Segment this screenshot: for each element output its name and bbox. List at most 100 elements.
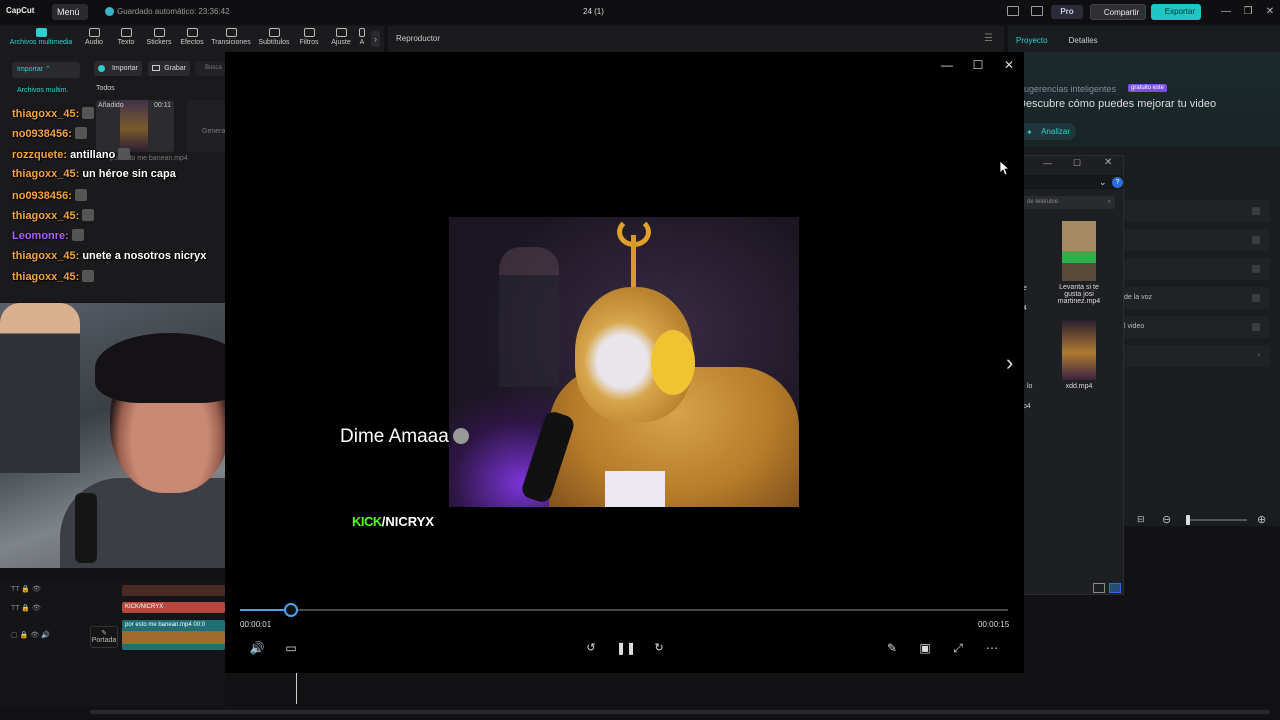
player-maximize-icon[interactable]: ☐	[969, 56, 987, 74]
list-view-icon[interactable]	[1093, 583, 1105, 593]
seek-bar[interactable]	[240, 609, 1008, 611]
zoom-slider[interactable]	[1187, 519, 1247, 521]
import-dropdown[interactable]: Importar ⌃	[12, 62, 80, 78]
tab-transitions[interactable]: Transiciones	[211, 28, 251, 52]
pro-badge[interactable]: Pro	[1051, 5, 1083, 19]
search-icon: ⌕	[1107, 199, 1111, 205]
explorer-close-icon[interactable]: ✕	[1104, 157, 1112, 168]
fit-icon[interactable]: ⊟	[1137, 514, 1145, 525]
media-search-input[interactable]: Busca	[195, 61, 225, 76]
toolbar-scroll-right[interactable]: ›	[371, 31, 380, 47]
chat-line: no0938456:	[12, 188, 232, 209]
tab-audio[interactable]: Audio	[82, 28, 106, 52]
help-icon[interactable]: ?	[1112, 177, 1123, 188]
media-category[interactable]: Archivos multim.	[17, 87, 68, 94]
autosave-status: Guardado automático: 23:36:42	[117, 7, 230, 16]
player-minimize-icon[interactable]: —	[938, 56, 956, 74]
menu-button[interactable]: Menú ⌄	[52, 4, 88, 33]
chevron-down-icon[interactable]: ⌄	[1099, 177, 1107, 188]
explorer-minimize-icon[interactable]: —	[1043, 158, 1052, 168]
tab-media[interactable]: Archivos multimedia	[8, 28, 74, 52]
video-white-block	[605, 471, 665, 507]
keyboard-icon[interactable]	[1031, 6, 1043, 16]
minimize-icon[interactable]: —	[1219, 5, 1233, 19]
chat-line: Leomonre:	[12, 229, 232, 249]
tab-text[interactable]: Texto	[114, 28, 138, 52]
timeline-video-clip[interactable]: por esto me banean.mp4 00:0	[122, 620, 225, 650]
tab-project[interactable]: Proyecto	[1016, 36, 1048, 45]
pause-icon[interactable]: ❚❚	[616, 639, 636, 657]
suggestion-row-2[interactable]	[1120, 229, 1270, 251]
suggestion-row-3[interactable]	[1120, 258, 1270, 280]
grid-view-icon[interactable]	[1109, 583, 1121, 593]
share-button[interactable]: Compartir	[1090, 4, 1146, 20]
filter-all[interactable]: Todos	[96, 85, 115, 92]
suggestions-badge: gratuito este	[1128, 84, 1168, 92]
tab-filters[interactable]: Filtros	[297, 28, 321, 52]
suggestion-row-voice[interactable]: de la voz	[1120, 287, 1270, 309]
file-thumbnail	[1062, 320, 1096, 380]
chat-username: thiagoxx_45:	[12, 271, 80, 284]
suggestion-row-video[interactable]: l video	[1120, 316, 1270, 338]
video-frame[interactable]	[449, 217, 799, 507]
close-icon[interactable]: ✕	[1263, 5, 1277, 19]
scrollbar-track[interactable]	[90, 710, 1270, 714]
total-time: 00:00:15	[978, 620, 1010, 629]
tab-more[interactable]: A	[358, 28, 366, 52]
chat-emote-icon	[82, 208, 95, 221]
seek-handle[interactable]	[283, 603, 298, 617]
record-button[interactable]: Grabar	[148, 61, 190, 76]
restore-icon[interactable]: ❐	[1241, 5, 1255, 19]
player-close-icon[interactable]: ✕	[1000, 56, 1018, 74]
rewind-10-icon[interactable]: ↺	[582, 639, 600, 657]
audio-icon	[88, 28, 100, 37]
explorer-file-2[interactable]: xdd.mp4	[1053, 320, 1105, 390]
more-options-icon[interactable]: ⋯	[983, 639, 1001, 657]
toggle-icon	[1252, 207, 1260, 215]
timeline-text-clip[interactable]: KICK/NICRYX	[122, 602, 225, 613]
toggle-icon	[1252, 294, 1260, 302]
timeline-playhead[interactable]	[296, 672, 297, 704]
suggestion-row-more[interactable]: ›	[1120, 345, 1270, 367]
explorer-maximize-icon[interactable]: ☐	[1073, 158, 1081, 169]
tab-stickers[interactable]: Stickers	[145, 28, 173, 52]
forward-30-icon[interactable]: ↻	[650, 639, 668, 657]
explorer-search-input[interactable]: de teletubie ⌕	[1023, 196, 1115, 209]
miniplayer-icon[interactable]: ▣	[916, 639, 934, 657]
layout-icon[interactable]	[1007, 6, 1019, 16]
export-button[interactable]: Exportar	[1151, 4, 1201, 20]
chat-username: no0938456:	[12, 189, 72, 202]
edit-pencil-icon[interactable]: ✎	[883, 639, 901, 657]
fullscreen-icon[interactable]: ⤢	[949, 639, 967, 657]
tab-effects[interactable]: Efectos	[179, 28, 205, 52]
chat-username: thiagoxx_45:	[12, 249, 80, 262]
chat-username: rozzquete:	[12, 148, 67, 161]
toggle-icon	[1252, 236, 1260, 244]
tab-details[interactable]: Detalles	[1069, 36, 1098, 45]
kick-watermark: KICK/NICRYX	[352, 514, 435, 529]
suggestion-row-1[interactable]	[1120, 200, 1270, 222]
timeline-clip-faded[interactable]	[122, 585, 225, 596]
import-button[interactable]: Importar	[94, 61, 142, 76]
explorer-file-1[interactable]: Levanta si te gusta josi martinez.mp4	[1053, 221, 1105, 305]
cover-button[interactable]: ✎ Portada	[90, 626, 118, 648]
timeline-scrollbar[interactable]	[0, 706, 1280, 720]
text-track-icon-2: TT 🔒 👁	[11, 605, 41, 612]
chat-line: thiagoxx_45: unete a nosotros nicryx	[12, 250, 232, 270]
player-menu-icon[interactable]: ☰	[984, 33, 993, 44]
volume-icon[interactable]: 🔊	[248, 639, 266, 657]
tab-adjust[interactable]: Ajuste	[329, 28, 353, 52]
analyze-button[interactable]: ✦ Analizar	[1018, 123, 1076, 140]
zoom-out-icon[interactable]: ⊖	[1162, 513, 1171, 526]
subtitles-icon[interactable]: ▭	[282, 639, 300, 657]
chat-emote-icon	[82, 107, 95, 119]
partial-label: lo	[1027, 383, 1033, 390]
chat-username: no0938456:	[12, 128, 72, 141]
player-header: Reproductor ☰	[388, 26, 1004, 52]
zoom-slider-knob[interactable]	[1186, 515, 1190, 525]
chat-line: thiagoxx_45: un héroe sin capa	[12, 168, 232, 188]
tab-subtitles[interactable]: Subtítulos	[257, 28, 291, 52]
zoom-in-icon[interactable]: ⊕	[1257, 513, 1266, 526]
caption-emoji-icon	[452, 428, 469, 444]
next-arrow-icon[interactable]: ›	[1006, 350, 1022, 376]
